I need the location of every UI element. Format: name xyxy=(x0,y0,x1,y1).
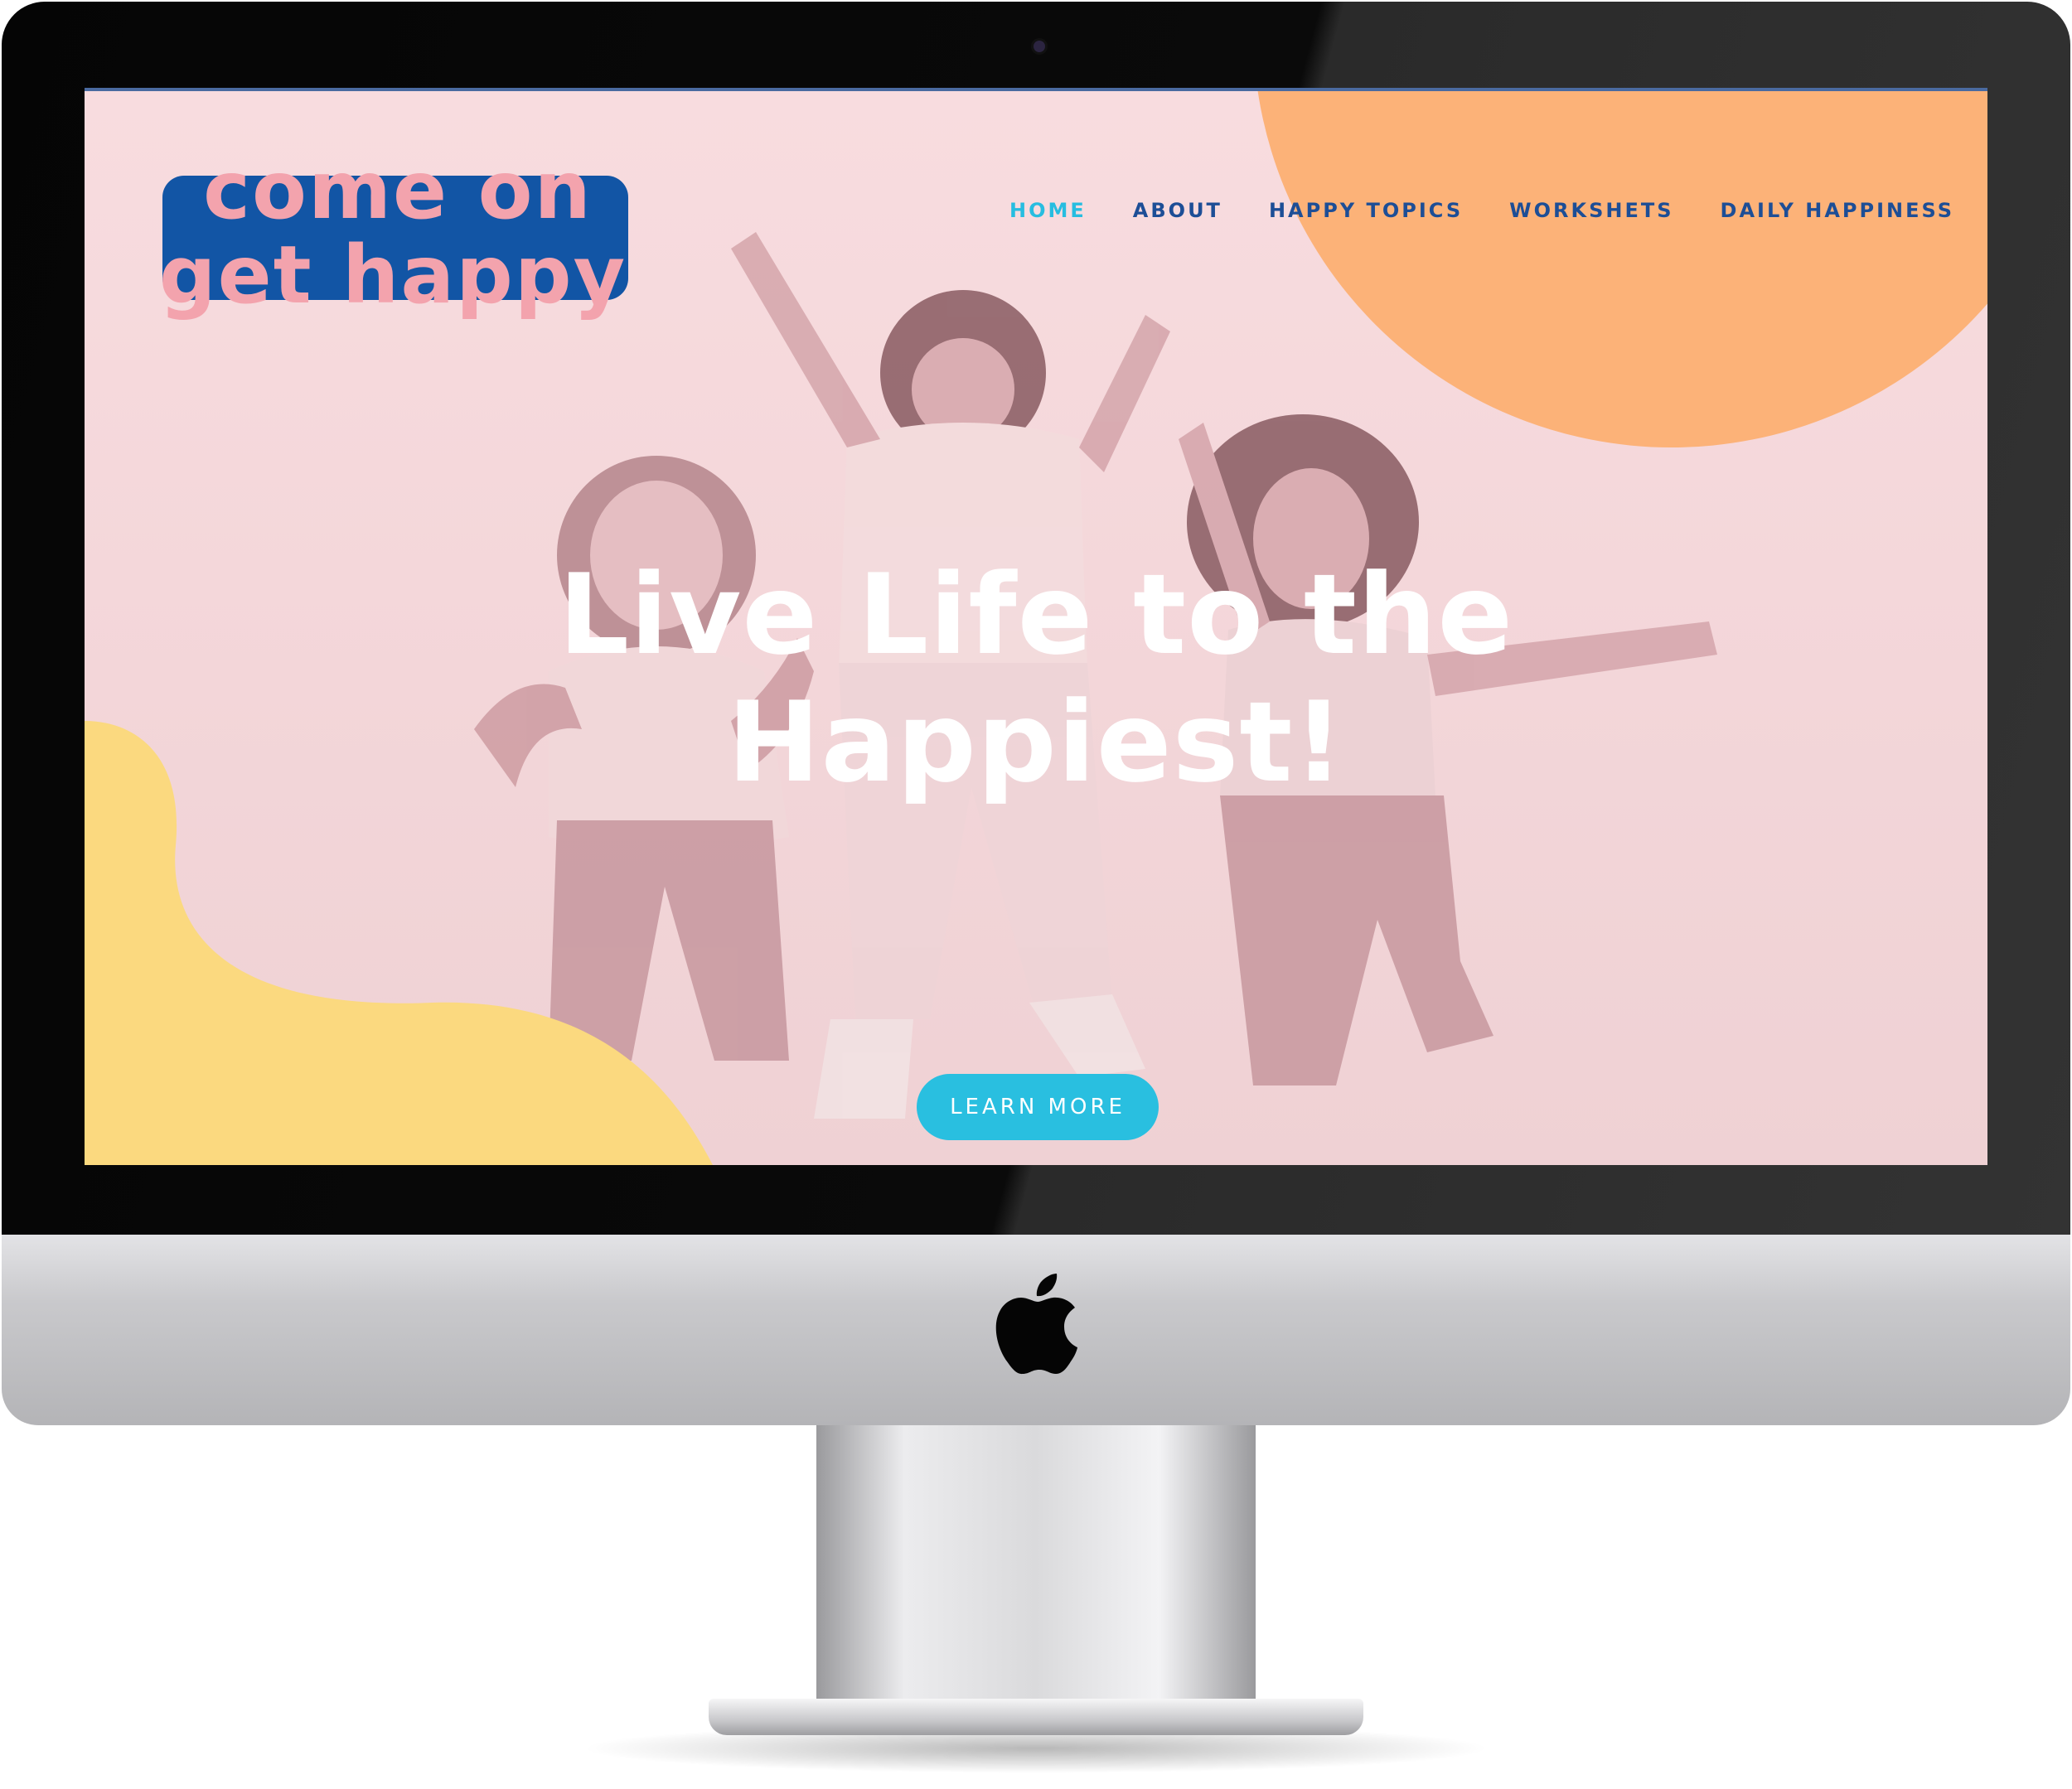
camera-icon xyxy=(1034,41,1045,52)
nav-item-home[interactable]: HOME xyxy=(1009,199,1087,222)
nav-item-happy-topics[interactable]: HAPPY TOPICS xyxy=(1269,199,1463,222)
learn-more-button[interactable]: LEARN MORE xyxy=(917,1074,1159,1140)
site-logo[interactable]: come on get happy xyxy=(159,134,643,315)
hero-title: Live Life to the Happiest! xyxy=(85,551,1987,806)
logo-text-line1: come on xyxy=(203,144,593,237)
monitor-chin xyxy=(2,1235,2070,1425)
monitor-stand-base xyxy=(709,1699,1363,1735)
main-navigation: HOME ABOUT HAPPY TOPICS WORKSHETS DAILY … xyxy=(1009,199,1954,222)
browser-viewport: come on get happy HOME ABOUT HAPPY TOPIC… xyxy=(85,88,1987,1165)
hero-title-line2: Happiest! xyxy=(727,678,1345,807)
nav-item-about[interactable]: ABOUT xyxy=(1133,199,1222,222)
logo-text-line2: get happy xyxy=(158,229,627,322)
nav-item-worksheets[interactable]: WORKSHETS xyxy=(1509,199,1673,222)
hero-title-line1: Live Life to the xyxy=(558,550,1514,679)
monitor-stand xyxy=(816,1425,1256,1699)
apple-logo-icon xyxy=(995,1274,1077,1375)
nav-item-daily-happiness[interactable]: DAILY HAPPINESS xyxy=(1721,199,1954,222)
